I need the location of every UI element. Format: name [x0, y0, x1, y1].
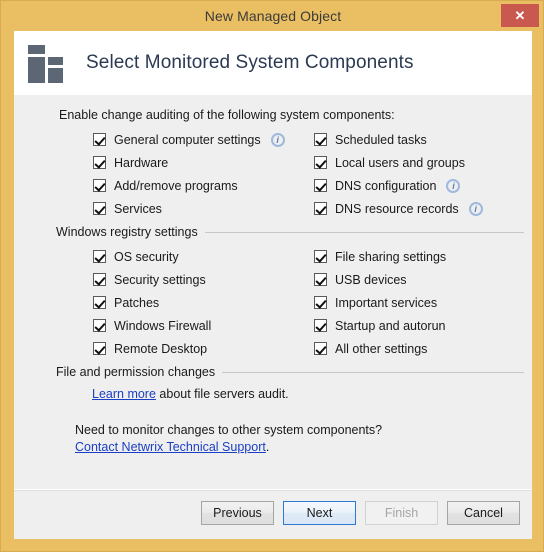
checkbox-patches[interactable]	[93, 296, 106, 309]
registry-group-rule	[204, 231, 524, 233]
checkbox-os-security[interactable]	[93, 250, 106, 263]
checkbox-startup-and-autorun[interactable]	[314, 319, 327, 332]
checkbox-label-patches: Patches	[114, 295, 160, 310]
checkbox-label-remote-desktop: Remote Desktop	[114, 341, 208, 356]
support-period: .	[265, 440, 270, 454]
learn-more-rest: about file servers audit.	[155, 387, 289, 401]
info-icon-dns-configuration[interactable]: i	[446, 178, 461, 193]
file-group-rule	[222, 371, 524, 373]
checkbox-row-startup-and-autorun[interactable]: Startup and autorun	[314, 314, 446, 337]
support-line: Contact Netwrix Technical Support.	[75, 440, 269, 454]
checkbox-row-services[interactable]: Services	[93, 197, 285, 220]
checkbox-row-os-security[interactable]: OS security	[93, 245, 211, 268]
system-components-right-column: Scheduled tasks Local users and groups DNS…	[314, 128, 483, 220]
checkbox-important-services[interactable]	[314, 296, 327, 309]
checkbox-row-scheduled-tasks[interactable]: Scheduled tasks	[314, 128, 483, 151]
checkbox-row-dns-resource-records[interactable]: DNS resource records i	[314, 197, 483, 220]
registry-right-column: File sharing settings USB devices Importan…	[314, 245, 446, 360]
next-button[interactable]: Next	[283, 501, 356, 525]
checkbox-label-security-settings: Security settings	[114, 272, 206, 287]
file-group-label: File and permission changes	[56, 365, 216, 379]
checkbox-label-dns-resource-records: DNS resource records	[335, 201, 459, 216]
dialog-footer: Previous Next Finish Cancel	[14, 489, 532, 539]
intro-text: Enable change auditing of the following …	[59, 108, 395, 122]
checkbox-row-general-computer-settings[interactable]: General computer settings i	[93, 128, 285, 151]
checkbox-label-os-security: OS security	[114, 249, 179, 264]
checkbox-label-local-users-and-groups: Local users and groups	[335, 155, 465, 170]
checkbox-usb-devices[interactable]	[314, 273, 327, 286]
title-bar: New Managed Object ✕	[1, 1, 543, 31]
dialog-header: Select Monitored System Components	[14, 31, 532, 95]
checkbox-scheduled-tasks[interactable]	[314, 133, 327, 146]
checkbox-general-computer-settings[interactable]	[93, 133, 106, 146]
checkbox-security-settings[interactable]	[93, 273, 106, 286]
checkbox-row-local-users-and-groups[interactable]: Local users and groups	[314, 151, 483, 174]
learn-more-link[interactable]: Learn more	[92, 387, 156, 401]
registry-left-column: OS security Security settings Patches Windo…	[93, 245, 211, 360]
checkbox-services[interactable]	[93, 202, 106, 215]
checkbox-dns-resource-records[interactable]	[314, 202, 327, 215]
page-title: Select Monitored System Components	[86, 52, 414, 73]
checkbox-row-add-remove-programs[interactable]: Add/remove programs	[93, 174, 285, 197]
info-icon-general-computer-settings[interactable]: i	[270, 132, 285, 147]
checkbox-row-file-sharing-settings[interactable]: File sharing settings	[314, 245, 446, 268]
info-icon-dns-resource-records[interactable]: i	[468, 201, 483, 216]
checkbox-dns-configuration[interactable]	[314, 179, 327, 192]
checkbox-label-all-other-settings: All other settings	[335, 341, 428, 356]
checkbox-row-remote-desktop[interactable]: Remote Desktop	[93, 337, 211, 360]
checkbox-label-file-sharing-settings: File sharing settings	[335, 249, 447, 264]
close-icon[interactable]: ✕	[501, 4, 539, 27]
window-title: New Managed Object	[204, 8, 342, 24]
checkbox-label-scheduled-tasks: Scheduled tasks	[335, 132, 427, 147]
checkbox-row-usb-devices[interactable]: USB devices	[314, 268, 446, 291]
checkbox-label-usb-devices: USB devices	[335, 272, 407, 287]
file-group-header: File and permission changes	[56, 365, 524, 379]
system-components-icon	[26, 41, 70, 85]
registry-group-label: Windows registry settings	[56, 225, 198, 239]
checkbox-row-windows-firewall[interactable]: Windows Firewall	[93, 314, 211, 337]
checkbox-local-users-and-groups[interactable]	[314, 156, 327, 169]
checkbox-label-hardware: Hardware	[114, 155, 169, 170]
checkbox-label-general-computer-settings: General computer settings	[114, 132, 261, 147]
checkbox-label-add-remove-programs: Add/remove programs	[114, 178, 238, 193]
checkbox-windows-firewall[interactable]	[93, 319, 106, 332]
checkbox-row-patches[interactable]: Patches	[93, 291, 211, 314]
finish-button: Finish	[365, 501, 438, 525]
checkbox-label-services: Services	[114, 201, 162, 216]
checkbox-label-important-services: Important services	[335, 295, 438, 310]
dialog-body: Select Monitored System Components Enabl…	[14, 31, 532, 539]
checkbox-file-sharing-settings[interactable]	[314, 250, 327, 263]
checkbox-all-other-settings[interactable]	[314, 342, 327, 355]
dialog-window: New Managed Object ✕ Select Monitored Sy…	[0, 0, 544, 552]
checkbox-add-remove-programs[interactable]	[93, 179, 106, 192]
cancel-button[interactable]: Cancel	[447, 501, 520, 525]
contact-support-link[interactable]: Contact Netwrix Technical Support	[75, 440, 266, 454]
checkbox-label-dns-configuration: DNS configuration	[335, 178, 437, 193]
checkbox-row-dns-configuration[interactable]: DNS configuration i	[314, 174, 483, 197]
checkbox-row-hardware[interactable]: Hardware	[93, 151, 285, 174]
learn-more-line: Learn more about file servers audit.	[92, 387, 289, 401]
registry-group-header: Windows registry settings	[56, 225, 524, 239]
previous-button[interactable]: Previous	[201, 501, 274, 525]
button-row: Previous Next Finish Cancel	[201, 501, 520, 525]
checkbox-row-security-settings[interactable]: Security settings	[93, 268, 211, 291]
support-question: Need to monitor changes to other system …	[75, 423, 383, 437]
system-components-left-column: General computer settings i Hardware Add/re…	[93, 128, 285, 220]
checkbox-row-important-services[interactable]: Important services	[314, 291, 446, 314]
checkbox-remote-desktop[interactable]	[93, 342, 106, 355]
dialog-content: Enable change auditing of the following …	[14, 95, 532, 489]
checkbox-label-startup-and-autorun: Startup and autorun	[335, 318, 446, 333]
checkbox-row-all-other-settings[interactable]: All other settings	[314, 337, 446, 360]
checkbox-hardware[interactable]	[93, 156, 106, 169]
checkbox-label-windows-firewall: Windows Firewall	[114, 318, 212, 333]
